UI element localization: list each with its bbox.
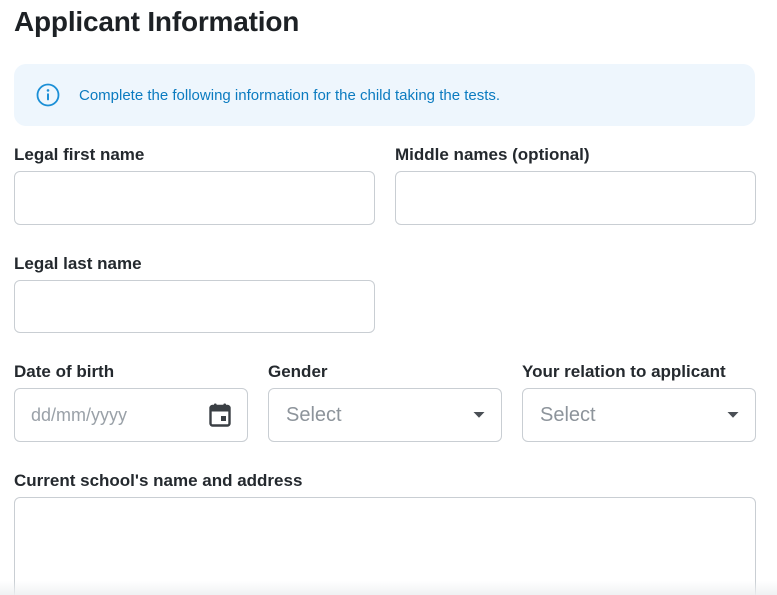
relation-select-value: Select: [540, 403, 596, 426]
date-of-birth-input[interactable]: [15, 389, 207, 441]
info-circle-icon: [36, 83, 60, 107]
gender-label: Gender: [268, 362, 328, 381]
first-name-field-wrapper: [14, 171, 375, 225]
first-name-label: Legal first name: [14, 145, 145, 164]
last-name-label: Legal last name: [14, 254, 142, 273]
caret-down-icon: [727, 411, 739, 419]
last-name-input[interactable]: [15, 281, 374, 332]
middle-names-label: Middle names (optional): [395, 145, 590, 164]
school-textarea[interactable]: [15, 498, 755, 595]
first-name-input[interactable]: [15, 172, 374, 224]
page-title: Applicant Information: [14, 6, 300, 37]
middle-names-input[interactable]: [396, 172, 755, 224]
info-banner: Complete the following information for t…: [14, 64, 755, 126]
applicant-information-page: Applicant Information Complete the follo…: [0, 0, 777, 595]
school-label: Current school's name and address: [14, 471, 303, 490]
relation-select[interactable]: Select: [522, 388, 756, 442]
school-field-wrapper: [14, 497, 756, 595]
relation-label: Your relation to applicant: [522, 362, 726, 381]
info-banner-text: Complete the following information for t…: [79, 86, 501, 104]
gender-select-value: Select: [286, 403, 342, 426]
last-name-field-wrapper: [14, 280, 375, 333]
calendar-icon[interactable]: [207, 402, 233, 428]
date-of-birth-field: [14, 388, 248, 442]
middle-names-field-wrapper: [395, 171, 756, 225]
caret-down-icon: [473, 411, 485, 419]
gender-select[interactable]: Select: [268, 388, 502, 442]
date-of-birth-label: Date of birth: [14, 362, 115, 381]
